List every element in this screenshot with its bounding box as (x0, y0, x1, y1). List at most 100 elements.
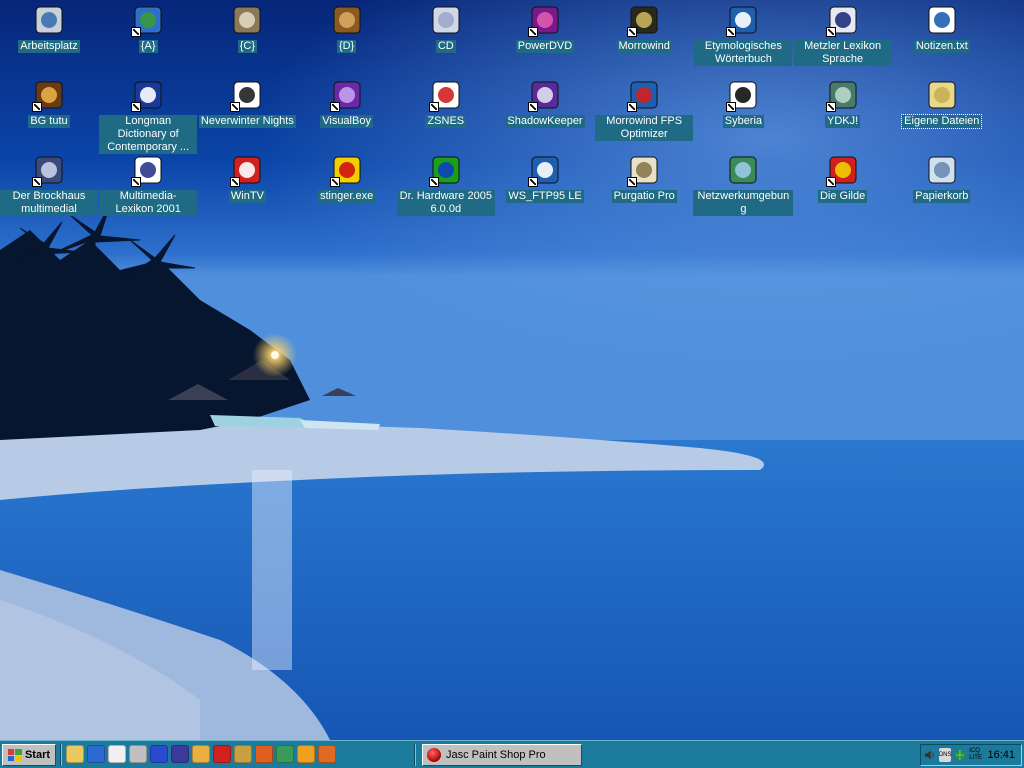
ftp-icon (528, 154, 561, 187)
printer-icon (627, 154, 660, 187)
shortcut-arrow-icon (627, 102, 638, 112)
desktop-icon-longman-dictionary-of-contemporary[interactable]: Longman Dictionary of Contemporary ... (99, 78, 198, 154)
quicklaunch-network-icon[interactable] (276, 745, 294, 763)
desktop-icon-netzwerkumgebung[interactable]: Netzwerkumgebung (693, 153, 794, 216)
syberia-icon (726, 79, 759, 112)
quicklaunch-tools-icon[interactable] (234, 745, 252, 763)
desktop-icon-wintv[interactable]: WinTV (198, 153, 296, 203)
desktop-icon-label: ShadowKeeper (505, 115, 585, 128)
shortcut-arrow-icon (329, 177, 340, 187)
shortcut-arrow-icon (726, 27, 737, 37)
desktop-icon-d[interactable]: {D} (298, 3, 396, 53)
shortcut-arrow-icon (230, 177, 241, 187)
volume-icon[interactable] (924, 748, 936, 762)
task-button-paint-shop-pro[interactable]: Jasc Paint Shop Pro (422, 744, 582, 766)
desktop-icon-cd[interactable]: CD (397, 3, 495, 53)
desktop-icon-die-gilde[interactable]: Die Gilde (794, 153, 892, 203)
quicklaunch-notepad-icon[interactable] (108, 745, 126, 763)
system-tray: DNS ICQ LITE 16:41 (920, 744, 1022, 766)
desktop-icon-neverwinter-nights[interactable]: Neverwinter Nights (198, 78, 296, 128)
desktop-icon-a[interactable]: {A} (99, 3, 197, 53)
desktop-icon-purgatio-pro[interactable]: Purgatio Pro (595, 153, 693, 203)
desktop-icon-label: CD (435, 40, 456, 53)
crest-icon (825, 154, 859, 187)
quicklaunch-explorer-icon[interactable] (66, 745, 84, 763)
desktop-icon-syberia[interactable]: Syberia (694, 78, 792, 128)
desktop-icon-label: WinTV (228, 190, 266, 203)
desktop-icon-c[interactable]: {C} (198, 3, 296, 53)
shortcut-arrow-icon (726, 102, 737, 112)
powerdvd-icon (528, 4, 561, 37)
quicklaunch-opera-icon[interactable] (213, 745, 231, 763)
desktop-icon-label: Longman Dictionary of Contemporary ... (99, 115, 198, 154)
recycle-bin-icon (926, 154, 958, 186)
desktop-icon-morrowind-fps-optimizer[interactable]: Morrowind FPS Optimizer (595, 78, 694, 141)
desktop-icon-label: {C} (237, 40, 258, 53)
shortcut-arrow-icon (32, 177, 42, 187)
desktop-icon-der-brockhaus-multimedial[interactable]: Der Brockhaus multimedial (0, 153, 98, 216)
computer-icon (33, 4, 65, 36)
dns-icon[interactable]: DNS (938, 748, 952, 762)
desktop-icon-notizen-txt[interactable]: Notizen.txt (893, 3, 991, 53)
network-globe-icon[interactable] (954, 748, 966, 762)
task-button-label: Jasc Paint Shop Pro (446, 749, 546, 761)
desktop-icon-bg-tutu[interactable]: BG tutu (0, 78, 98, 128)
quicklaunch-paint-icon[interactable] (255, 745, 273, 763)
desktop-icon-label: PowerDVD (515, 40, 575, 53)
desktop-icon-label: Multimedia-Lexikon 2001 (99, 190, 198, 216)
desktop-icon-zsnes[interactable]: ZSNES (397, 78, 495, 128)
kluge-book-icon (726, 4, 759, 37)
desktop-icon-powerdvd[interactable]: PowerDVD (496, 3, 594, 53)
quicklaunch-firefox-icon[interactable] (318, 745, 336, 763)
desktop-icon-metzler-lexikon-sprache[interactable]: Metzler Lexikon Sprache (793, 3, 892, 66)
baldurs-gate-icon (32, 79, 65, 112)
taskbar: Start Jasc Paint Shop Pro DNS ICQ LITE 1… (0, 740, 1024, 768)
icq-lite-icon[interactable]: ICQ LITE (969, 748, 984, 762)
shortcut-arrow-icon (627, 177, 638, 187)
quicklaunch-calc-icon[interactable] (129, 745, 147, 763)
quicklaunch-media-icon[interactable] (171, 745, 189, 763)
folder-icon (926, 79, 958, 111)
desktop-icon-visualboy[interactable]: VisualBoy (298, 78, 396, 128)
stinger-icon (329, 154, 363, 187)
cd-icon (430, 4, 462, 36)
start-label: Start (24, 749, 51, 761)
desktop-icon-ydkj[interactable]: YDKJ! (794, 78, 892, 128)
desktop-icon-ws-ftp95-le[interactable]: WS_FTP95 LE (496, 153, 594, 203)
desktop-icon-label: Papierkorb (913, 190, 971, 203)
quicklaunch-ie-icon[interactable] (87, 745, 105, 763)
desktop-icon-eigene-dateien[interactable]: Eigene Dateien (893, 78, 991, 129)
start-button[interactable]: Start (2, 744, 56, 766)
brockhaus-icon (32, 154, 65, 187)
desktop-icon-papierkorb[interactable]: Papierkorb (893, 153, 991, 203)
shortcut-arrow-icon (528, 27, 538, 37)
morrowind-icon (627, 4, 660, 37)
desktop-icon-dr-hardware-2005-6-0-0d[interactable]: Dr. Hardware 2005 6.0.0d (396, 153, 495, 216)
quicklaunch-player-icon[interactable] (297, 745, 315, 763)
desktop-icon-etymologisches-w-rterbuch[interactable]: Etymologisches Wörterbuch (694, 3, 793, 66)
globe-icon (131, 4, 164, 37)
quick-launch-bar (66, 745, 336, 763)
desktop-icon-stinger-exe[interactable]: stinger.exe (298, 153, 396, 203)
desktop-icon-label: Notizen.txt (913, 40, 970, 53)
desktop-icon-label: Neverwinter Nights (198, 115, 296, 128)
eye-icon (230, 79, 263, 112)
desktop-icon-label: {A} (138, 40, 158, 53)
ship-icon (131, 79, 164, 112)
shortcut-arrow-icon (131, 177, 142, 187)
desktop-icon-shadowkeeper[interactable]: ShadowKeeper (496, 78, 594, 128)
desktop-icon-arbeitsplatz[interactable]: Arbeitsplatz (0, 3, 98, 53)
shortcut-arrow-icon (131, 102, 142, 112)
quicklaunch-word-icon[interactable] (150, 745, 168, 763)
quicklaunch-pencil-icon[interactable] (192, 745, 210, 763)
desktop-icon-multimedia-lexikon-2001[interactable]: Multimedia-Lexikon 2001 (99, 153, 198, 216)
metzler-icon (825, 4, 859, 37)
desktop-icon-morrowind[interactable]: Morrowind (595, 3, 693, 53)
desktop-icon-label: {D} (336, 40, 357, 53)
shortcut-arrow-icon (329, 102, 340, 112)
desktop-icon-label: stinger.exe (317, 190, 376, 203)
desktop-icon-label: BG tutu (28, 115, 70, 128)
shortcut-arrow-icon (428, 102, 439, 112)
desktop-icon-label: Morrowind (616, 40, 672, 53)
desktop-icon-label: VisualBoy (320, 115, 373, 128)
